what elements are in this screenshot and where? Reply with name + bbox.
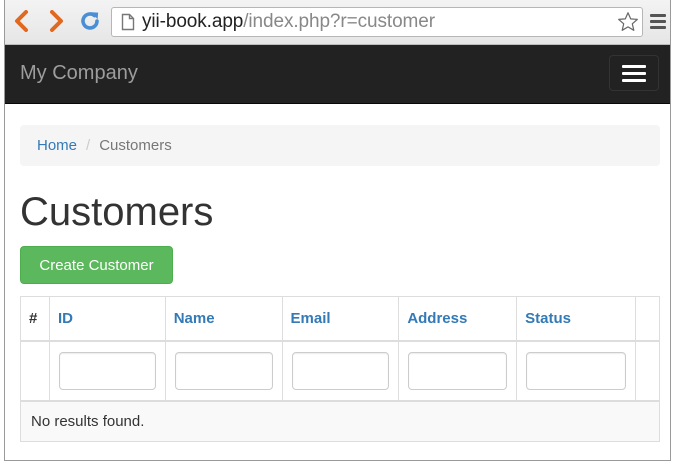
chevron-right-icon — [50, 10, 63, 32]
column-header-actions — [634, 296, 661, 342]
customers-grid: # ID Name Email Address Status No result… — [20, 296, 661, 442]
sort-link-email[interactable]: Email — [291, 310, 331, 327]
breadcrumb: Home / Customers — [20, 125, 660, 166]
filter-cell-email — [281, 340, 400, 402]
reload-icon — [81, 12, 99, 30]
brand-link[interactable]: My Company — [20, 62, 138, 85]
grid-filter-row — [20, 340, 661, 402]
column-header-name: Name — [164, 296, 283, 342]
reload-button[interactable] — [77, 8, 103, 34]
sort-link-status[interactable]: Status — [525, 310, 571, 327]
grid-header-row: # ID Name Email Address Status — [20, 296, 661, 342]
column-header-status: Status — [516, 296, 636, 342]
address-bar[interactable]: yii-book.app/index.php?r=customer — [111, 7, 643, 37]
browser-toolbar: yii-book.app/index.php?r=customer — [5, 0, 670, 45]
filter-address-input[interactable] — [408, 351, 508, 390]
sort-link-id[interactable]: ID — [58, 310, 73, 327]
star-icon[interactable] — [616, 10, 640, 34]
column-header-address: Address — [398, 296, 518, 342]
browser-window: yii-book.app/index.php?r=customer My Com… — [4, 0, 671, 461]
filter-cell-status — [516, 340, 636, 402]
breadcrumb-current: Customers — [99, 137, 172, 154]
chevron-left-icon — [15, 10, 28, 32]
filter-cell-serial — [20, 340, 50, 402]
filter-status-input[interactable] — [526, 351, 626, 390]
forward-button[interactable] — [43, 8, 69, 34]
hamburger-menu-icon — [622, 64, 646, 68]
page-icon — [118, 11, 138, 33]
back-button[interactable] — [9, 8, 35, 34]
sort-link-address[interactable]: Address — [407, 310, 467, 327]
filter-cell-id — [48, 340, 166, 402]
url-path: /index.php?r=customer — [243, 11, 435, 32]
filter-id-input[interactable] — [58, 351, 156, 390]
page-title: Customers — [20, 190, 214, 234]
create-customer-button[interactable]: Create Customer — [20, 246, 173, 284]
filter-email-input[interactable] — [291, 351, 390, 390]
breadcrumb-separator: / — [86, 137, 91, 154]
navbar-toggle-button[interactable] — [609, 55, 659, 91]
filter-name-input[interactable] — [174, 351, 273, 390]
breadcrumb-home-link[interactable]: Home — [37, 137, 77, 154]
filter-cell-address — [398, 340, 518, 402]
navbar: My Company — [5, 45, 670, 104]
filter-cell-name — [164, 340, 283, 402]
column-header-serial: # — [20, 296, 50, 342]
url-host: yii-book.app — [142, 11, 244, 32]
column-header-email: Email — [281, 296, 400, 342]
column-header-id: ID — [48, 296, 166, 342]
empty-results-text: No results found. — [20, 400, 660, 442]
filter-cell-actions — [634, 340, 661, 402]
sort-link-name[interactable]: Name — [174, 310, 215, 327]
empty-row: No results found. — [20, 400, 660, 442]
url-text: yii-book.app/index.php?r=customer — [142, 11, 435, 33]
hamburger-menu-icon[interactable] — [650, 14, 666, 30]
